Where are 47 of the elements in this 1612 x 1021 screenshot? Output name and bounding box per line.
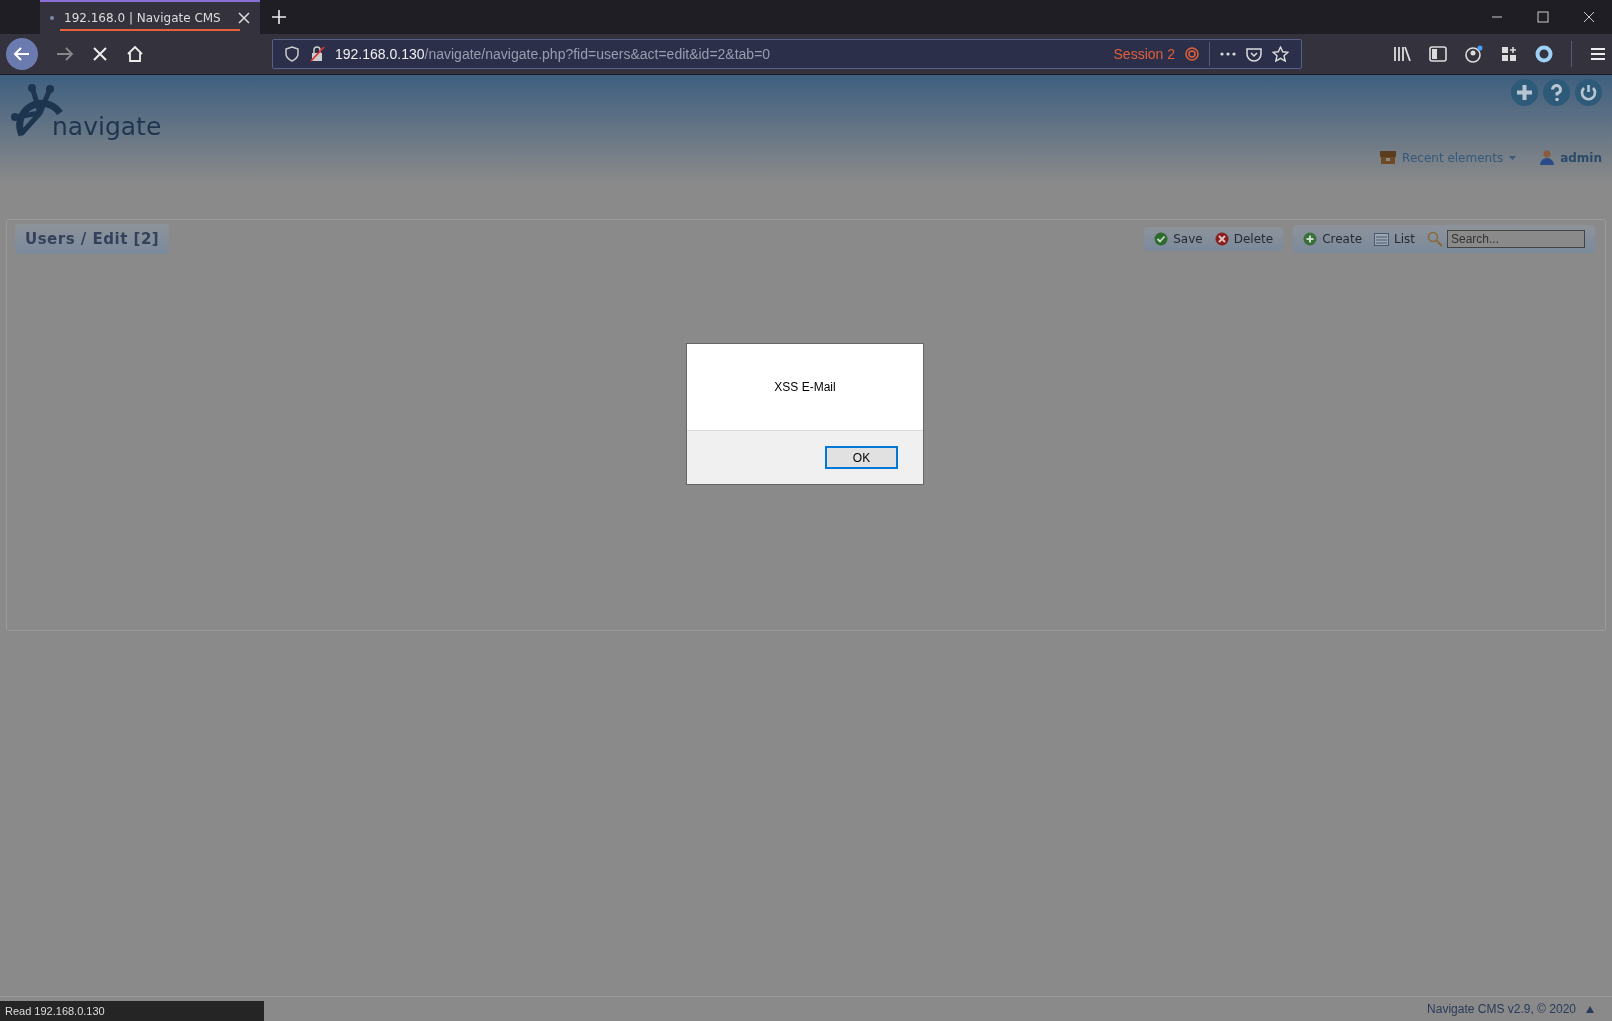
list-icon bbox=[1374, 232, 1389, 246]
browser-tab[interactable]: 192.168.0 | Navigate CMS bbox=[40, 0, 260, 34]
library-icon[interactable] bbox=[1393, 46, 1411, 62]
list-button[interactable]: List bbox=[1374, 232, 1415, 246]
check-icon bbox=[1154, 232, 1169, 246]
user-name[interactable]: admin bbox=[1560, 150, 1602, 165]
search-field[interactable]: Search... bbox=[1447, 230, 1585, 248]
status-text: Read 192.168.0.130 bbox=[0, 1001, 264, 1021]
chest-icon bbox=[1380, 150, 1397, 165]
menu-icon[interactable] bbox=[1590, 47, 1606, 61]
caret-icon bbox=[1509, 155, 1517, 160]
address-bar[interactable]: 192.168.0.130/navigate/navigate.php?fid=users&act=edit&id=2&tab=0 Session 2 bbox=[272, 39, 1302, 69]
close-icon[interactable] bbox=[238, 12, 250, 24]
stop-icon[interactable] bbox=[92, 46, 108, 62]
maximize-icon[interactable] bbox=[1537, 11, 1549, 23]
create-button[interactable]: Create bbox=[1303, 232, 1362, 246]
search-icon bbox=[1427, 231, 1443, 247]
delete-icon bbox=[1214, 232, 1229, 246]
ring-icon[interactable] bbox=[1535, 45, 1553, 63]
delete-button[interactable]: Delete bbox=[1214, 232, 1274, 246]
container-label: Session 2 bbox=[1113, 46, 1175, 62]
account-icon[interactable] bbox=[1465, 45, 1483, 63]
back-icon[interactable] bbox=[6, 38, 38, 70]
ok-button[interactable]: OK bbox=[825, 446, 898, 469]
url-text: 192.168.0.130/navigate/navigate.php?fid=users&act=edit&id=2&tab=0 bbox=[335, 46, 771, 62]
star-icon[interactable] bbox=[1272, 46, 1289, 62]
more-icon[interactable] bbox=[1220, 52, 1236, 56]
save-button[interactable]: Save bbox=[1154, 232, 1203, 246]
home-icon[interactable] bbox=[126, 45, 144, 63]
pocket-icon[interactable] bbox=[1246, 46, 1262, 62]
new-tab-icon[interactable] bbox=[272, 10, 286, 24]
insecure-lock-icon[interactable] bbox=[309, 46, 325, 62]
shield-icon[interactable] bbox=[285, 46, 299, 62]
close-icon[interactable] bbox=[1583, 11, 1595, 23]
user-icon bbox=[1540, 150, 1555, 165]
sidebar-icon[interactable] bbox=[1429, 46, 1447, 62]
power-icon[interactable] bbox=[1575, 79, 1602, 106]
page-title: Users / Edit [2] bbox=[15, 224, 170, 254]
help-icon[interactable] bbox=[1543, 79, 1570, 106]
alert-message: XSS E-Mail bbox=[774, 380, 836, 394]
footer-text: Navigate CMS v2.9, © 2020 bbox=[1427, 1002, 1576, 1016]
triangle-up-icon[interactable] bbox=[1586, 1005, 1594, 1013]
extensions-icon[interactable] bbox=[1501, 46, 1517, 62]
add-icon bbox=[1303, 232, 1318, 246]
forward-icon[interactable] bbox=[56, 46, 74, 62]
logo-text: navigate bbox=[52, 112, 162, 141]
add-icon[interactable] bbox=[1511, 79, 1538, 106]
